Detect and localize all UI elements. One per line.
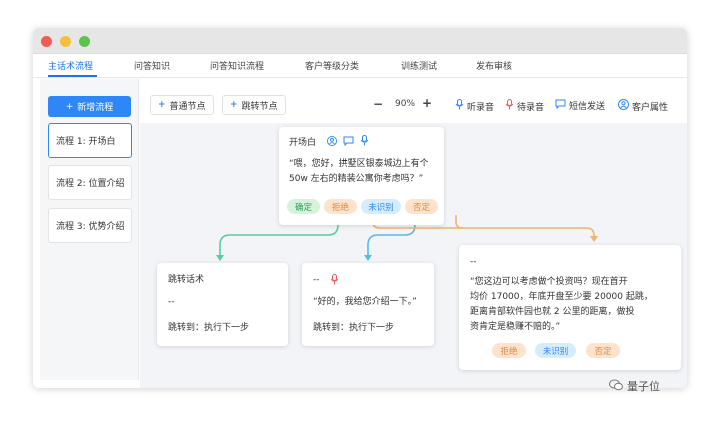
zoom-in-button[interactable]: + bbox=[422, 96, 432, 110]
listen-label: 听录音 bbox=[467, 102, 495, 113]
branch-unrecognized[interactable]: 未识别 bbox=[535, 343, 576, 358]
maximize-window-button[interactable] bbox=[79, 36, 90, 47]
flow-item-opening[interactable]: 流程 1: 开场白 bbox=[48, 123, 132, 158]
node-script-line: 均价 17000，年底开盘至少要 20000 起跳， bbox=[470, 292, 653, 302]
branch-unrecognized[interactable]: 未识别 bbox=[361, 199, 401, 214]
plus-icon: + bbox=[65, 101, 74, 112]
tab-qa-knowledge[interactable]: 问答知识 bbox=[134, 59, 170, 72]
sms-send-button[interactable]: 短信发送 bbox=[555, 99, 605, 112]
watermark: 量子位 bbox=[609, 378, 660, 394]
pending-recording-button[interactable]: 待录音 bbox=[505, 99, 544, 113]
jump-script-node[interactable]: 跳转话术 -- 跳转到：执行下一步 bbox=[157, 263, 288, 346]
node-script-line: “您这边可以考虑做个投资吗？现在首开 bbox=[470, 277, 628, 287]
pending-label: 待录音 bbox=[517, 102, 545, 113]
branch-negate[interactable]: 否定 bbox=[586, 343, 620, 358]
add-flow-button[interactable]: + 新增流程 bbox=[48, 96, 131, 117]
node-script-line: 资肯定是稳赚不赔的。” bbox=[470, 322, 561, 332]
sms-label: 短信发送 bbox=[569, 102, 606, 112]
watermark-text: 量子位 bbox=[627, 380, 660, 393]
investment-node[interactable]: -- “您这边可以考虑做个投资吗？现在首开 均价 17000，年底开盘至少要 2… bbox=[459, 245, 681, 370]
reply-node[interactable]: -- “好的，我给您介绍一下。” 跳转到：执行下一步 bbox=[302, 263, 434, 346]
microphone-icon[interactable] bbox=[360, 135, 369, 149]
branch-reject[interactable]: 拒绝 bbox=[492, 343, 526, 358]
flow-canvas[interactable]: 开场白 “喂，您好，拱墅区银泰城边上有个 50w 左右的精装公寓你考虑吗？” 确… bbox=[140, 123, 687, 388]
microphone-icon bbox=[505, 99, 514, 113]
tab-main-script-flow[interactable]: 主话术流程 bbox=[48, 59, 93, 72]
branch-confirm[interactable]: 确定 bbox=[287, 199, 320, 214]
listen-recording-button[interactable]: 听录音 bbox=[455, 99, 494, 113]
title-bar bbox=[33, 28, 687, 54]
normal-node-label: 普通节点 bbox=[169, 101, 206, 112]
node-script-line: “好的，我给您介绍一下。” bbox=[313, 297, 417, 307]
close-window-button[interactable] bbox=[41, 36, 52, 47]
node-placeholder: -- bbox=[470, 257, 477, 267]
user-icon[interactable] bbox=[327, 136, 337, 149]
node-title: 开场白 bbox=[289, 138, 317, 148]
node-script-line: 50w 左右的精装公寓你考虑吗？” bbox=[289, 174, 424, 184]
wechat-icon bbox=[609, 379, 623, 394]
add-jump-node-button[interactable]: + 跳转节点 bbox=[222, 95, 286, 115]
node-script-line: 距离肯部软件园也就 2 公里的距离，做投 bbox=[470, 307, 635, 317]
node-script-line: “喂，您好，拱墅区银泰城边上有个 bbox=[289, 159, 429, 169]
user-icon bbox=[618, 99, 629, 113]
tab-publish-review[interactable]: 发布审核 bbox=[476, 59, 512, 72]
flow-sidebar: + 新增流程 流程 1: 开场白 流程 2: 位置介绍 流程 3: 优势介绍 bbox=[40, 79, 139, 380]
app-window: 主话术流程 问答知识 问答知识流程 客户等级分类 训练测试 发布审核 + 新增流… bbox=[33, 28, 687, 388]
message-icon[interactable] bbox=[343, 136, 354, 149]
node-placeholder: -- bbox=[168, 297, 175, 307]
customer-attribute-button[interactable]: 客户属性 bbox=[618, 99, 668, 113]
active-tab-indicator bbox=[48, 75, 97, 77]
branch-reject[interactable]: 拒绝 bbox=[324, 199, 357, 214]
zoom-level: 90% bbox=[395, 99, 416, 109]
microphone-icon bbox=[455, 99, 464, 113]
plus-icon: + bbox=[230, 100, 238, 110]
flow-item-advantages[interactable]: 流程 3: 优势介绍 bbox=[48, 208, 132, 243]
jump-target: 跳转到：执行下一步 bbox=[313, 323, 395, 333]
tab-training-test[interactable]: 训练测试 bbox=[401, 59, 437, 72]
tab-bar: 主话术流程 问答知识 问答知识流程 客户等级分类 训练测试 发布审核 bbox=[33, 54, 687, 78]
node-placeholder: -- bbox=[313, 275, 320, 285]
branch-negate[interactable]: 否定 bbox=[405, 199, 438, 214]
jump-node-label: 跳转节点 bbox=[241, 101, 278, 112]
tab-qa-knowledge-flow[interactable]: 问答知识流程 bbox=[210, 59, 264, 72]
opening-node[interactable]: 开场白 “喂，您好，拱墅区银泰城边上有个 50w 左右的精装公寓你考虑吗？” 确… bbox=[279, 127, 444, 225]
canvas-toolbar: + 普通节点 + 跳转节点 − 90% + 听录音 待录音 短信发送 客户属性 bbox=[140, 79, 687, 121]
add-normal-node-button[interactable]: + 普通节点 bbox=[150, 95, 214, 115]
message-icon bbox=[555, 99, 566, 112]
microphone-icon[interactable] bbox=[330, 274, 339, 288]
minimize-window-button[interactable] bbox=[60, 36, 71, 47]
node-title: 跳转话术 bbox=[168, 275, 205, 285]
flow-item-location[interactable]: 流程 2: 位置介绍 bbox=[48, 165, 132, 200]
customer-attribute-label: 客户属性 bbox=[632, 102, 669, 113]
zoom-out-button[interactable]: − bbox=[373, 97, 383, 111]
add-flow-label: 新增流程 bbox=[77, 103, 114, 113]
tab-customer-level[interactable]: 客户等级分类 bbox=[305, 59, 359, 72]
jump-target: 跳转到：执行下一步 bbox=[168, 323, 250, 333]
plus-icon: + bbox=[158, 100, 166, 110]
